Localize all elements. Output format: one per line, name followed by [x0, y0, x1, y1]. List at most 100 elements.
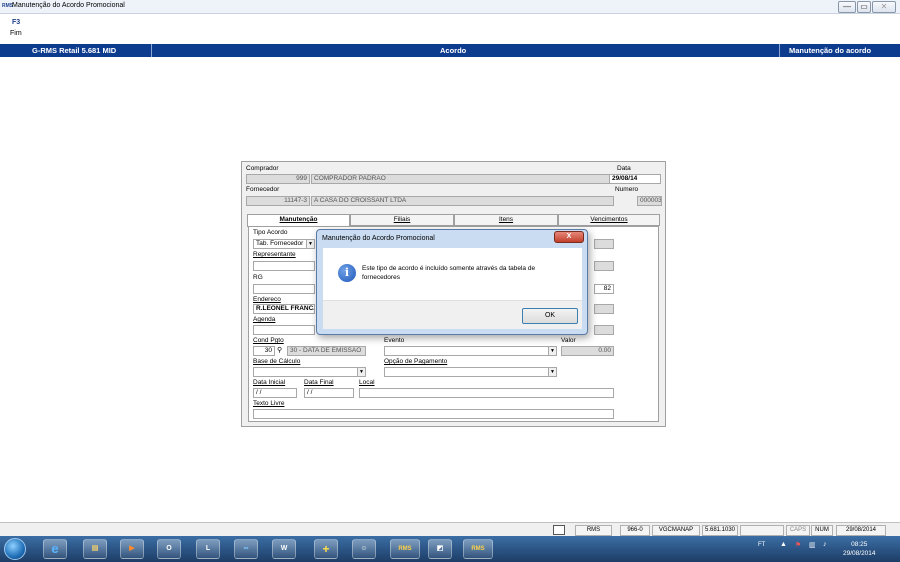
minimize-button[interactable]: —	[838, 1, 856, 13]
taskbar-ie[interactable]: e	[43, 539, 67, 559]
taskbar-app-window[interactable]: ◩	[428, 539, 452, 559]
fim-button[interactable]: Fim	[10, 30, 22, 37]
comprador-code-field: 999	[246, 174, 310, 184]
cond-pgto-code-field[interactable]: 30	[253, 346, 275, 356]
status-num: NUM	[811, 525, 833, 536]
rg-label: RG	[253, 274, 263, 281]
status-date: 29/08/2014	[836, 525, 886, 536]
taskbar-explorer[interactable]: ▤	[83, 539, 107, 559]
status-empty	[740, 525, 784, 536]
taskbar-app-plus[interactable]: +	[314, 539, 338, 559]
status-branch: 966-0	[620, 525, 650, 536]
clock-time: 08:25	[851, 541, 868, 548]
taskbar-media[interactable]: ▶	[120, 539, 144, 559]
data-label: Data	[617, 165, 631, 172]
representante-field[interactable]	[253, 261, 315, 271]
opcao-pagamento-label: Opção de Pagamento	[384, 358, 448, 365]
taskbar-app-infinity[interactable]: ∞	[234, 539, 258, 559]
cond-pgto-desc-field: 30 - DATA DE EMISSAO	[287, 346, 366, 356]
comprador-name-field: COMPRADOR PADRAO	[311, 174, 614, 184]
dialog-title: Manutenção do Acordo Promocional	[322, 235, 435, 242]
window-title: Manutenção do Acordo Promocional	[12, 2, 125, 9]
valor-label: Valor	[561, 337, 576, 344]
header-screen-name: Manutenção do acordo	[789, 46, 872, 55]
data-final-label: Data Final	[304, 379, 334, 386]
tipo-acordo-label: Tipo Acordo	[253, 229, 288, 236]
evento-label: Evento	[384, 337, 405, 344]
binoculars-icon[interactable]: ⚲	[277, 346, 282, 354]
valor-field: 0.00	[561, 346, 614, 356]
numero-label: Numero	[615, 186, 639, 193]
representante-label: Representante	[253, 251, 296, 258]
evento-select[interactable]: ▼	[384, 346, 557, 356]
tipo-acordo-select[interactable]: Tab. Fornecedor ▼	[253, 239, 315, 249]
right-field-5	[594, 325, 614, 335]
taskbar-word[interactable]: W	[272, 539, 296, 559]
chevron-down-icon[interactable]: ▼	[548, 368, 556, 376]
status-caps: CAPS	[786, 525, 810, 536]
header-module: Acordo	[440, 46, 467, 55]
right-field-2	[594, 261, 614, 271]
tab-itens[interactable]: Itens	[454, 214, 558, 226]
tray-network-icon[interactable]: ▥	[809, 541, 816, 549]
taskbar-outlook[interactable]: O	[157, 539, 181, 559]
dialog-close-button[interactable]: X	[554, 231, 584, 243]
endereco-label: Endereco	[253, 296, 281, 303]
dialog-message: Este tipo de acordo é incluído somente a…	[362, 265, 536, 281]
fornecedor-label: Fornecedor	[246, 186, 280, 193]
dialog-footer: OK	[323, 300, 582, 329]
data-final-field[interactable]: / /	[304, 388, 354, 398]
tab-vencimentos[interactable]: Vencimentos	[558, 214, 660, 226]
numero-field: 00000361	[637, 196, 662, 206]
maximize-button[interactable]: ▭	[857, 1, 871, 13]
close-button[interactable]: ✕	[872, 1, 896, 13]
local-field[interactable]	[359, 388, 614, 398]
base-calculo-label: Base de Cálculo	[253, 358, 301, 365]
tray-volume-icon[interactable]: ♪	[823, 541, 827, 548]
app-icon: RMS	[2, 3, 14, 9]
base-calculo-select[interactable]: ▼	[253, 367, 366, 377]
tab-filiais[interactable]: Filiais	[350, 214, 454, 226]
opcao-pagamento-select[interactable]: ▼	[384, 367, 557, 377]
status-bar: RMS 966-0 VGCMANAP 5.681.1030 CAPS NUM 2…	[0, 522, 900, 536]
right-field-4	[594, 304, 614, 314]
right-field-1	[594, 239, 614, 249]
document-icon	[553, 525, 565, 535]
right-field-3[interactable]: 82	[594, 284, 614, 294]
data-inicial-field[interactable]: / /	[253, 388, 297, 398]
tray-clock[interactable]: 08:25 29/08/2014	[843, 540, 876, 558]
taskbar-rms-1[interactable]: RMS	[390, 539, 420, 559]
chevron-down-icon[interactable]: ▼	[306, 240, 314, 248]
header-app-version: G-RMS Retail 5.681 MID	[32, 46, 117, 55]
agenda-label: Agenda	[253, 316, 276, 323]
tipo-acordo-value: Tab. Fornecedor	[256, 240, 304, 247]
chevron-down-icon[interactable]: ▼	[357, 368, 365, 376]
tray-flag-icon[interactable]: ⚑	[795, 541, 801, 549]
start-button[interactable]	[4, 538, 26, 560]
data-field[interactable]: 29/08/14	[609, 174, 661, 184]
header-bar: G-RMS Retail 5.681 MID Acordo Manutenção…	[0, 44, 900, 57]
tray-arrow-icon[interactable]: ▲	[780, 541, 787, 548]
tray-language[interactable]: FT	[758, 542, 765, 548]
texto-livre-field[interactable]	[253, 409, 614, 419]
window-titlebar: RMS Manutenção do Acordo Promocional — ▭…	[0, 0, 900, 14]
comprador-label: Comprador	[246, 165, 279, 172]
rg-field[interactable]	[253, 284, 315, 294]
fornecedor-name-field: A CASA DO CROISSANT LTDA	[311, 196, 614, 206]
taskbar-lync[interactable]: L	[196, 539, 220, 559]
cond-pgto-label: Cond Pgto	[253, 337, 284, 344]
info-icon: i	[338, 264, 356, 282]
taskbar-app-circle[interactable]: ☺	[352, 539, 376, 559]
chevron-down-icon[interactable]: ▼	[548, 347, 556, 355]
endereco-field[interactable]: R.LEONEL FRANCA	[253, 304, 315, 314]
fornecedor-code-field: 11147-3	[246, 196, 310, 206]
status-app: RMS	[575, 525, 612, 536]
local-label: Local	[359, 379, 375, 386]
agenda-field[interactable]	[253, 325, 315, 335]
taskbar-rms-2[interactable]: RMS	[463, 539, 493, 559]
status-program: VGCMANAP	[652, 525, 700, 536]
ok-button[interactable]: OK	[522, 308, 578, 324]
info-dialog: Manutenção do Acordo Promocional X i Est…	[316, 229, 588, 335]
status-version: 5.681.1030	[702, 525, 738, 536]
taskbar: e ▤ ▶ O L ∞ W + ☺ RMS ◩ RMS FT ▲ ⚑ ▥ ♪ 0…	[0, 536, 900, 562]
